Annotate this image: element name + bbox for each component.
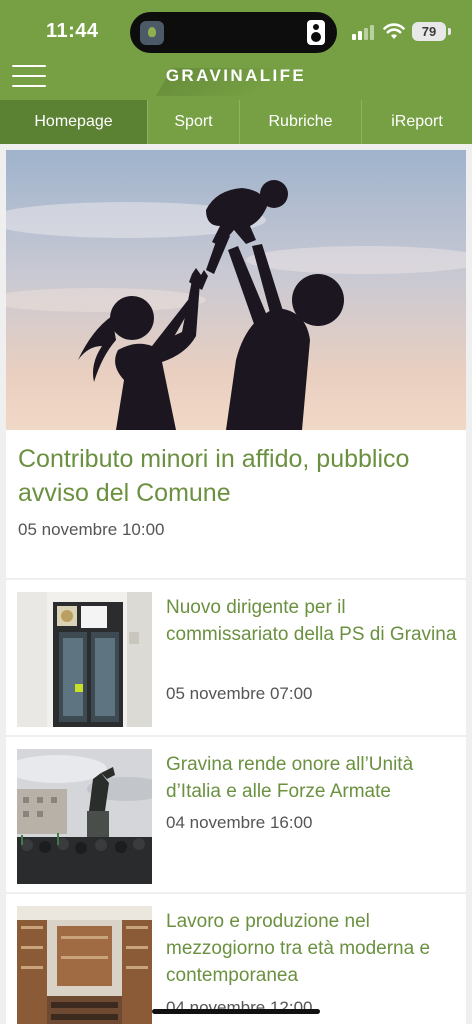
featured-article-date: 05 novembre 10:00: [18, 520, 165, 539]
tab-ireport[interactable]: iReport: [361, 100, 472, 144]
article-item[interactable]: Nuovo dirigente per il commissariato del…: [6, 580, 466, 735]
status-time: 11:44: [46, 20, 99, 42]
featured-article-image: [6, 150, 466, 430]
article-item[interactable]: Lavoro e produzione nel mezzogiorno tra …: [6, 894, 466, 1024]
article-thumbnail: [17, 749, 152, 884]
speaker-icon: [307, 20, 325, 45]
tab-sport[interactable]: Sport: [147, 100, 239, 144]
article-item[interactable]: Gravina rende onore all’Unità d’Italia e…: [6, 737, 466, 892]
tab-rubriche[interactable]: Rubriche: [239, 100, 361, 144]
article-date: 04 novembre 16:00: [166, 813, 313, 832]
article-date: 04 novembre 12:00: [166, 998, 313, 1017]
tab-homepage[interactable]: Homepage: [0, 100, 147, 144]
app-logo: GRAVINALIFE: [165, 66, 307, 85]
article-thumbnail: [17, 592, 152, 727]
live-activity-app-icon: [140, 21, 164, 45]
battery-indicator: 79: [412, 22, 446, 41]
section-tabs: Homepage Sport Rubriche iReport: [0, 100, 472, 144]
battery-tip: [448, 28, 451, 35]
cellular-signal-icon: [352, 24, 376, 40]
article-title[interactable]: Nuovo dirigente per il commissariato del…: [166, 594, 458, 648]
featured-article-title[interactable]: Contributo minori in affido, pubblico av…: [18, 442, 458, 510]
wifi-icon: [383, 23, 405, 39]
featured-article[interactable]: Contributo minori in affido, pubblico av…: [6, 150, 466, 578]
article-title[interactable]: Gravina rende onore all’Unità d’Italia e…: [166, 751, 458, 805]
news-feed: Contributo minori in affido, pubblico av…: [0, 144, 472, 1024]
dynamic-island: [130, 12, 337, 53]
article-title[interactable]: Lavoro e produzione nel mezzogiorno tra …: [166, 908, 458, 989]
article-thumbnail: [17, 906, 152, 1024]
article-date: 05 novembre 07:00: [166, 684, 313, 703]
hamburger-menu-icon[interactable]: [12, 65, 46, 87]
home-indicator[interactable]: [152, 1009, 320, 1014]
